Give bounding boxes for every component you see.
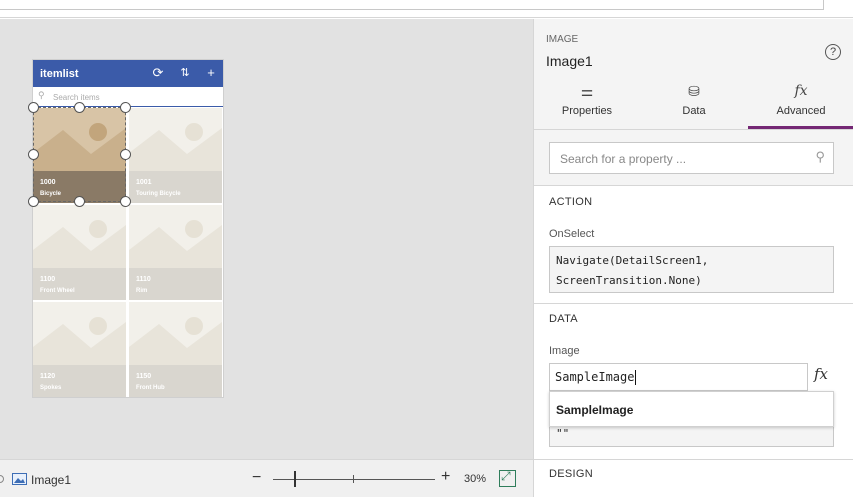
tab-properties[interactable]: ⚌ Properties <box>534 83 640 129</box>
tile-caption-band <box>129 365 222 397</box>
tile-caption-band <box>129 268 222 300</box>
tile-number: 1120 <box>40 373 56 380</box>
control-name[interactable]: Image1 <box>546 53 593 69</box>
formula-bar-strip <box>0 0 853 18</box>
resize-handle-top-left[interactable] <box>28 102 39 113</box>
tile-name: Front Hub <box>136 385 165 391</box>
image-control-icon <box>12 473 27 485</box>
zoom-in-button[interactable]: + <box>441 468 450 486</box>
tile-number: 1110 <box>136 276 151 283</box>
tile-number: 1100 <box>40 276 56 283</box>
screen-title: itemlist <box>40 68 79 80</box>
resize-handle-top-right[interactable] <box>120 102 131 113</box>
design-canvas[interactable]: itemlist ⟳ ⇅ + ⚲ Search items 1000 Bicyc… <box>0 19 533 459</box>
fx-icon: fx <box>794 83 808 99</box>
panel-header: IMAGE Image1 ? ⚌ Properties ⛁ Data fx Ad… <box>534 19 853 130</box>
help-icon[interactable]: ? <box>825 44 841 60</box>
image-formula-input[interactable]: SampleImage <box>549 363 808 391</box>
zoom-out-button[interactable]: − <box>252 469 261 487</box>
property-search-placeholder: Search for a property ... <box>560 152 687 166</box>
onselect-formula-field[interactable]: Navigate(DetailScreen1, ScreenTransition… <box>549 246 834 293</box>
resize-handle-right[interactable] <box>120 149 131 160</box>
tile-caption-band <box>33 365 126 397</box>
onselect-formula-line: Navigate(DetailScreen1, <box>556 254 709 267</box>
fx-icon[interactable]: fx <box>814 365 828 383</box>
autocomplete-dropdown[interactable]: SampleImage <box>549 391 834 427</box>
properties-panel: IMAGE Image1 ? ⚌ Properties ⛁ Data fx Ad… <box>533 19 853 497</box>
gallery-tile[interactable]: 1001 Touring Bicycle <box>129 108 222 203</box>
section-divider <box>534 459 853 460</box>
onselect-formula-line: ScreenTransition.None) <box>556 274 702 287</box>
tile-name: Spokes <box>40 385 62 391</box>
status-bar: Image1 − + 30% ⤢ <box>0 459 533 497</box>
gallery-tile[interactable]: 1110 Rim <box>129 205 222 300</box>
fit-to-window-icon[interactable]: ⤢ <box>499 469 516 487</box>
resize-handle-bottom[interactable] <box>74 196 85 207</box>
control-type-label: IMAGE <box>546 34 579 45</box>
onselect-label: OnSelect <box>549 228 595 240</box>
tile-name: Rim <box>136 288 148 294</box>
section-action-heading: ACTION <box>549 196 593 208</box>
section-divider <box>534 303 853 304</box>
resize-handle-bottom-right[interactable] <box>120 196 131 207</box>
tab-label: Properties <box>561 105 613 117</box>
tab-advanced[interactable]: fx Advanced <box>748 83 853 129</box>
resize-handle-top[interactable] <box>74 102 85 113</box>
tile-number: 1001 <box>136 179 152 186</box>
search-icon: ⚲ <box>38 90 45 100</box>
formula-bar[interactable] <box>0 0 824 10</box>
tab-label: Advanced <box>776 105 826 117</box>
search-icon: ⚲ <box>815 149 825 164</box>
tab-label: Data <box>682 105 706 117</box>
gallery-tile[interactable]: 1100 Front Wheel <box>33 205 126 300</box>
tile-name: Front Wheel <box>40 288 75 294</box>
image-formula-value: SampleImage <box>555 370 635 384</box>
section-design-heading: DESIGN <box>549 468 593 480</box>
tile-number: 1150 <box>136 373 152 380</box>
gallery-tile[interactable]: 1150 Front Hub <box>129 302 222 397</box>
autocomplete-suggestion[interactable]: SampleImage <box>556 403 633 417</box>
selected-control-name[interactable]: Image1 <box>31 473 71 487</box>
database-icon: ⛁ <box>688 83 700 99</box>
tab-data[interactable]: ⛁ Data <box>641 83 747 129</box>
image-property-label: Image <box>549 345 580 357</box>
tile-caption-band <box>33 268 126 300</box>
zoom-level: 30% <box>464 473 487 485</box>
add-icon[interactable]: + <box>204 65 218 81</box>
resize-handle-bottom-left[interactable] <box>28 196 39 207</box>
tile-name: Touring Bicycle <box>136 191 181 197</box>
screen-search-placeholder: Search items <box>53 93 100 102</box>
secondary-formula-value: "" <box>556 427 570 440</box>
refresh-icon[interactable]: ⟳ <box>151 65 165 81</box>
sliders-icon: ⚌ <box>580 83 594 99</box>
screen-header: itemlist ⟳ ⇅ + <box>33 60 223 87</box>
selection-outline <box>33 107 126 202</box>
zoom-slider[interactable] <box>273 479 435 480</box>
resize-handle-left[interactable] <box>28 149 39 160</box>
property-search-area: Search for a property ... ⚲ <box>534 130 853 186</box>
zoom-slider-thumb[interactable] <box>294 471 296 487</box>
tile-caption-band <box>129 171 222 203</box>
section-data-heading: DATA <box>549 313 578 325</box>
gallery-tile[interactable]: 1120 Spokes <box>33 302 126 397</box>
property-search-input[interactable]: Search for a property ... ⚲ <box>549 142 834 174</box>
sort-icon[interactable]: ⇅ <box>178 65 192 81</box>
breadcrumb-dot-icon <box>0 475 4 483</box>
zoom-slider-center-tick <box>353 475 354 483</box>
text-caret <box>635 370 637 385</box>
